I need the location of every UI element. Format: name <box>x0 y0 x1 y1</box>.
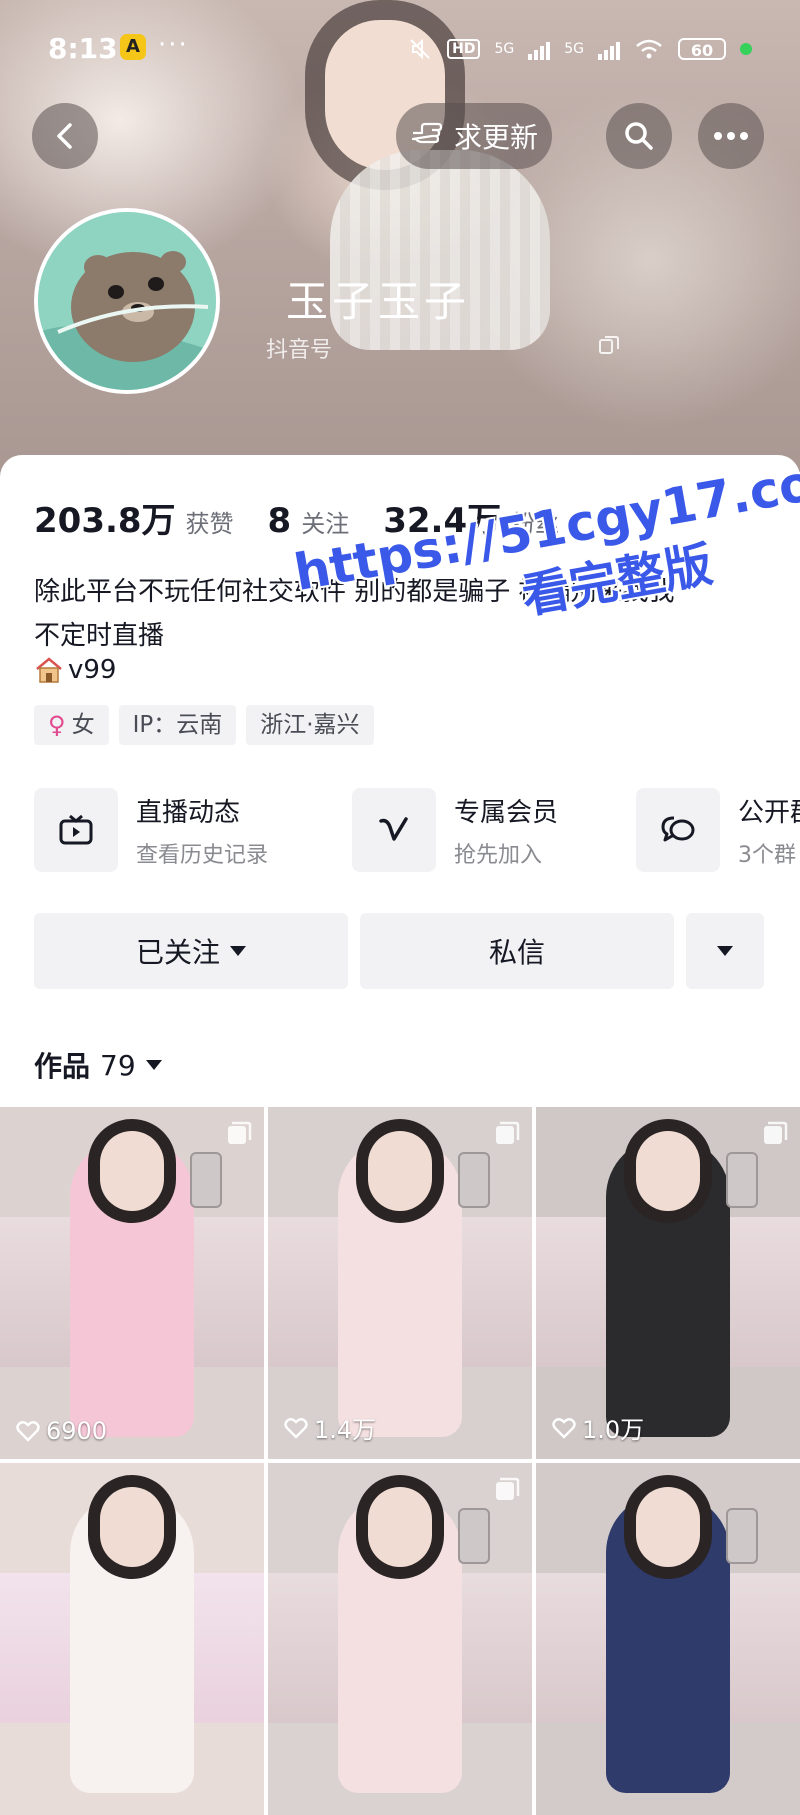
video-tile[interactable] <box>536 1463 800 1815</box>
profile-nickname: 玉子玉子 <box>286 277 471 326</box>
phone-shape <box>726 1152 758 1208</box>
heart-icon <box>16 1421 40 1442</box>
works-tab[interactable]: 作品 79 <box>34 1045 162 1085</box>
multi-image-icon <box>764 1121 788 1144</box>
douyin-id-label: 抖音号 <box>266 338 333 363</box>
tile-head <box>100 1487 164 1567</box>
works-count: 79 <box>100 1048 136 1082</box>
tile-likes: 6900 <box>16 1417 107 1445</box>
gender-tag: ♀ 女 <box>34 705 109 745</box>
tile-likes: 1.0万 <box>552 1410 644 1445</box>
video-tile[interactable] <box>0 1463 264 1815</box>
female-icon: ♀ <box>48 711 66 739</box>
status-more-icon: ··· <box>158 30 189 60</box>
likes-label: 获赞 <box>185 510 234 538</box>
membership-title: 专属会员 <box>454 797 559 828</box>
hd-badge: HD <box>447 39 481 59</box>
wifi-icon <box>636 39 662 59</box>
signal-icon-1 <box>528 38 551 60</box>
phone-shape <box>458 1152 490 1208</box>
avatar[interactable] <box>34 208 220 394</box>
likes-count: 203.8万 <box>34 501 176 541</box>
phone-shape <box>190 1152 222 1208</box>
followed-label: 已关注 <box>135 936 220 969</box>
multi-image-icon <box>496 1477 520 1500</box>
search-button[interactable] <box>606 103 672 169</box>
public-group-subtitle: 3个群 <box>738 842 796 868</box>
net-label-2: 5G <box>564 41 584 57</box>
tile-head <box>368 1131 432 1211</box>
action-buttons: 已关注 私信 <box>34 913 764 989</box>
feature-entries: 直播动态 查看历史记录 专属会员 抢先加入 公开 3个群 <box>34 787 800 873</box>
public-group-title: 公开群 <box>738 797 800 828</box>
more-actions-button[interactable] <box>686 913 764 989</box>
bio-home-line: v99 <box>34 655 116 685</box>
privacy-indicator-icon <box>740 43 752 55</box>
works-label: 作品 <box>34 1050 91 1083</box>
signal-icon-2 <box>598 38 620 60</box>
gender-tag-label: 女 <box>71 712 95 738</box>
tile-head <box>100 1131 164 1211</box>
tile-likes-count: 6900 <box>46 1417 108 1445</box>
video-tile[interactable]: 1.0万 <box>536 1107 800 1459</box>
more-button[interactable] <box>698 103 764 169</box>
tile-likes-count: 1.0万 <box>582 1416 645 1444</box>
following-label[interactable]: 关注 <box>301 504 349 539</box>
status-indicators: HD 5G 5G 60 <box>407 36 752 62</box>
public-group-entry[interactable]: 公开群 3个群 <box>636 787 800 873</box>
location-tag: 浙江·嘉兴 <box>246 705 374 745</box>
following-count[interactable]: 8 <box>268 501 292 541</box>
v-icon <box>352 788 436 872</box>
video-tile[interactable]: 1.4万 <box>268 1107 532 1459</box>
works-grid: 6900 1.4万 1.0万 <box>0 1107 800 1815</box>
copy-icon[interactable] <box>598 334 620 356</box>
search-icon <box>625 122 653 150</box>
profile-tags: ♀ 女 IP：云南 浙江·嘉兴 <box>34 705 374 745</box>
membership-entry[interactable]: 专属会员 抢先加入 <box>352 787 558 873</box>
video-tile[interactable]: 6900 <box>0 1107 264 1459</box>
tile-head <box>636 1487 700 1567</box>
avatar-otter-image <box>38 212 216 390</box>
phone-shape <box>726 1508 758 1564</box>
multi-image-icon <box>496 1121 520 1144</box>
caret-down-icon <box>717 946 733 956</box>
multi-image-icon <box>228 1121 252 1144</box>
message-button[interactable]: 私信 <box>360 913 674 989</box>
mute-icon <box>410 38 430 60</box>
phone-shape <box>458 1508 490 1564</box>
live-history-subtitle: 查看历史记录 <box>136 842 269 868</box>
tv-icon <box>34 788 118 872</box>
status-bar: 8:13 A ··· HD 5G 5G 60 <box>0 0 800 100</box>
app-notification-icon: A <box>120 34 146 60</box>
request-update-button[interactable]: 求更新 <box>396 103 552 169</box>
chevron-left-icon <box>57 123 72 149</box>
back-button[interactable] <box>32 103 98 169</box>
battery-icon: 60 <box>678 38 726 60</box>
request-update-label: 求更新 <box>453 121 538 154</box>
heart-icon <box>284 1417 308 1439</box>
live-history-title: 直播动态 <box>136 797 241 828</box>
house-icon <box>36 657 62 683</box>
tile-likes: 1.4万 <box>284 1410 376 1445</box>
hand-point-icon <box>411 122 443 144</box>
followed-button[interactable]: 已关注 <box>34 913 348 989</box>
caret-down-icon <box>230 946 246 956</box>
membership-subtitle: 抢先加入 <box>454 842 543 868</box>
tile-head <box>368 1487 432 1567</box>
video-tile[interactable] <box>268 1463 532 1815</box>
ip-tag: IP：云南 <box>118 705 237 745</box>
heart-icon <box>552 1417 576 1439</box>
more-dots-icon <box>714 132 748 140</box>
live-history-entry[interactable]: 直播动态 查看历史记录 <box>34 787 268 873</box>
caret-down-icon <box>145 1060 162 1070</box>
tile-head <box>636 1131 700 1211</box>
tile-likes-count: 1.4万 <box>314 1416 377 1444</box>
chat-icon <box>636 788 720 872</box>
net-label-1: 5G <box>494 41 515 57</box>
message-label: 私信 <box>488 936 545 969</box>
status-time: 8:13 <box>48 32 118 65</box>
bio-home-text: v99 <box>68 655 117 685</box>
